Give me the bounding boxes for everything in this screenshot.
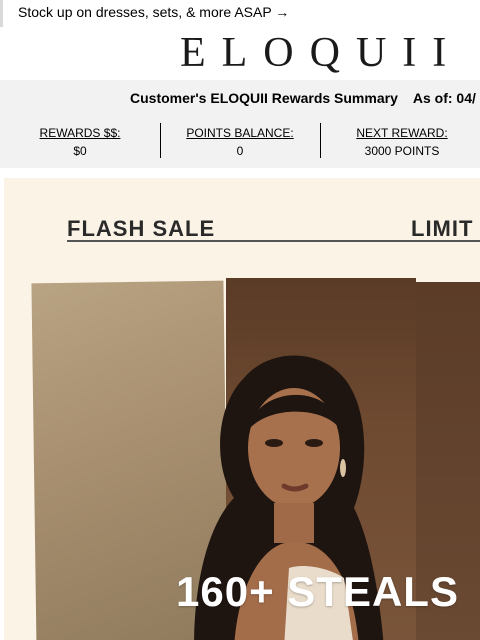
points-balance-value: 0 — [236, 144, 244, 158]
stat-divider — [320, 123, 321, 158]
next-reward-stat: NEXT REWARD: 3000 POINTS — [322, 124, 480, 160]
points-balance-label[interactable]: POINTS BALANCE: — [160, 124, 320, 142]
points-balance-stat: POINTS BALANCE: 0 — [160, 124, 320, 160]
limited-heading: LIMIT — [411, 216, 474, 241]
rewards-dollars-stat: REWARDS $$: $0 — [0, 124, 160, 160]
rewards-dollars-label[interactable]: REWARDS $$: — [0, 124, 160, 142]
rewards-dollars-value: $0 — [73, 144, 87, 158]
next-reward-value: 3000 POINTS — [364, 144, 440, 158]
eloquii-logo[interactable]: ELOQUII — [180, 30, 470, 76]
flash-sale-heading: FLASH SALE — [67, 216, 216, 241]
hero-rule-line — [67, 240, 480, 242]
rewards-summary-band: Customer's ELOQUII Rewards Summary As of:… — [0, 80, 480, 168]
rewards-as-of-date: As of: 04/ — [412, 90, 476, 106]
steals-headline: 160+ STEALS — [176, 568, 459, 615]
rewards-summary-title: Customer's ELOQUII Rewards Summary As of:… — [130, 90, 476, 106]
preheader-text[interactable]: Stock up on dresses, sets, & more ASAP → — [0, 0, 480, 27]
rewards-summary-heading: Customer's ELOQUII Rewards Summary — [130, 90, 398, 106]
flash-sale-hero-banner[interactable]: FLASH SALE LIMIT 160+ STEALS — [4, 178, 480, 640]
next-reward-label[interactable]: NEXT REWARD: — [322, 124, 480, 142]
